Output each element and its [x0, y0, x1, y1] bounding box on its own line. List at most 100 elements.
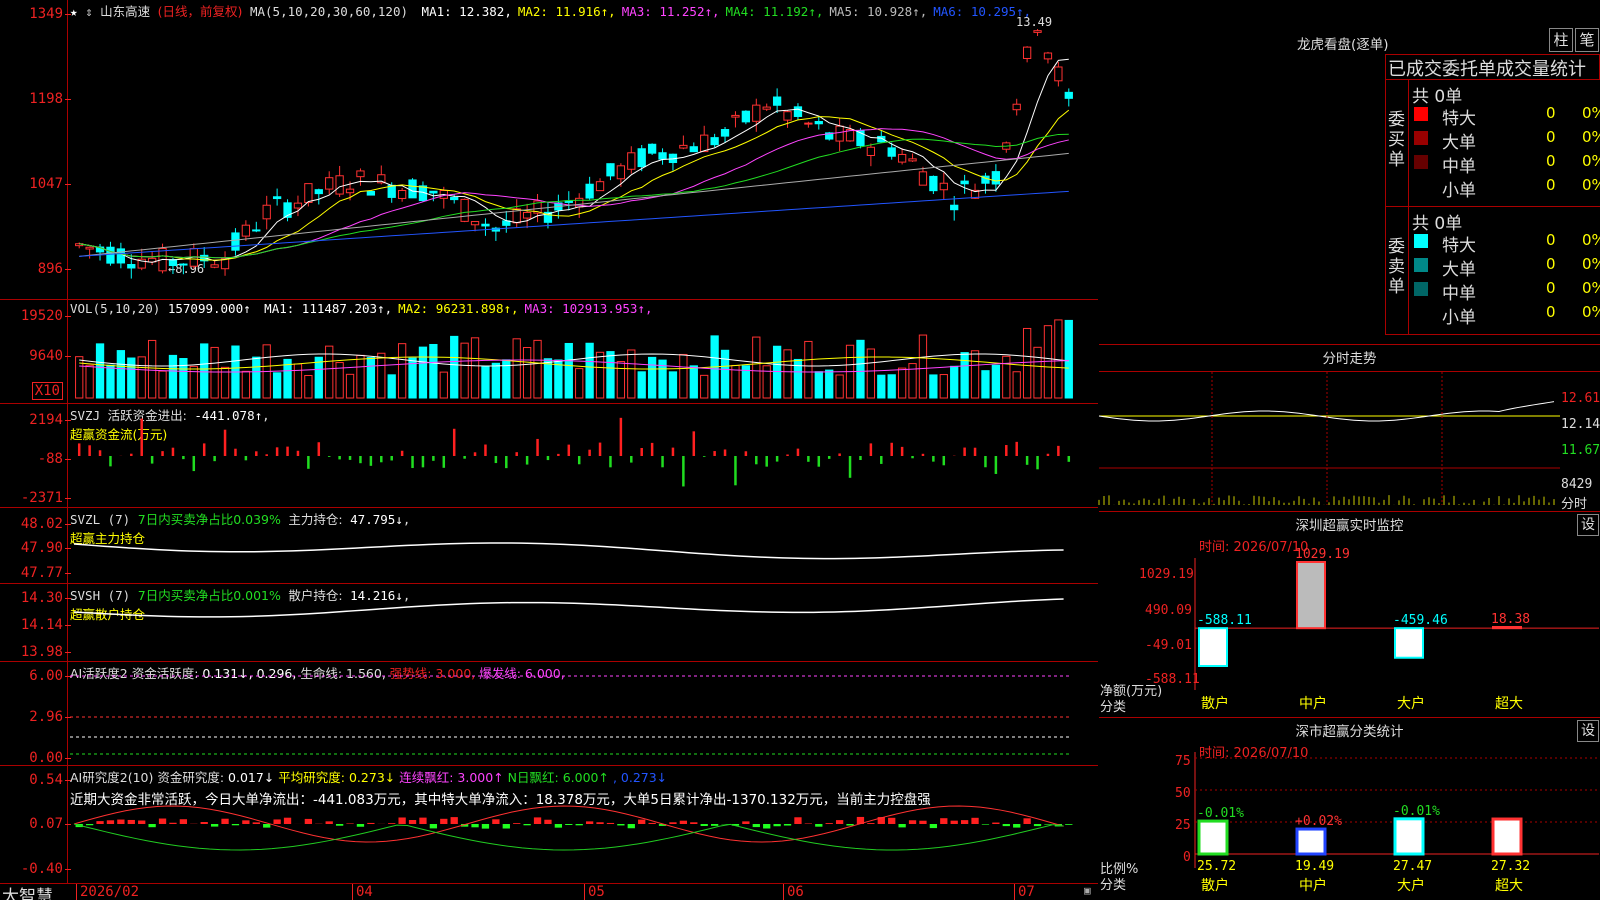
research-bar: [929, 824, 938, 829]
dragon-tiger-panel: 龙虎看盘(逐单) 柱 笔 已成交委托单成交量统计 委买单 共 0单 特大00%大…: [1099, 0, 1600, 345]
research-bar: [606, 822, 615, 824]
candle-body: [720, 129, 730, 137]
volume-bar: [158, 370, 167, 399]
research-bar: [85, 824, 94, 826]
volume-bar: [564, 342, 573, 399]
svzj-tick: -2371: [20, 490, 72, 506]
classify-chart[interactable]: -0.01% 25.72 散户 +0.02% 19.49 中户 -0.01% 27.47 大户 2…: [1099, 718, 1600, 900]
monitor-chart[interactable]: -588.11 散户 1029.19 中户 -459.46 大户 18.38 超大: [1099, 512, 1600, 718]
candle-body: [252, 229, 261, 232]
ma-line: [79, 190, 1069, 257]
candle-body: [450, 196, 459, 201]
candle-body: [689, 146, 698, 153]
volume-bar: [804, 340, 813, 399]
candle-body: [470, 221, 480, 226]
candle-body: [647, 143, 657, 154]
volume-bar: [147, 339, 157, 399]
order-pct: 0%: [1582, 279, 1600, 297]
color-swatch: [1414, 131, 1428, 145]
color-swatch: [1414, 282, 1428, 296]
research-bar: [867, 823, 875, 824]
ma-line: [79, 58, 1069, 263]
candle-body: [939, 182, 948, 191]
volume-bar: [991, 364, 1001, 399]
intraday-panel[interactable]: 分时走势 12.61 12.14 11.67 8429 分时: [1098, 345, 1600, 512]
column-mode-button[interactable]: 柱: [1549, 28, 1573, 52]
research-bar: [408, 819, 417, 824]
candle-body: [397, 189, 407, 199]
research-bar: [127, 819, 135, 824]
candle-body: [950, 204, 959, 211]
price-panel[interactable]: 1349 1198 1047 896 ★ ⇕ 山东高速 (日线，前复权) MA(…: [0, 0, 1098, 300]
candle-body: [866, 146, 876, 156]
ai-research-chart[interactable]: [70, 766, 1098, 884]
buy-orders-box: 委买单 共 0单 特大00%大单00%中单00%小单00%: [1385, 80, 1600, 207]
candle-body: [1064, 91, 1073, 99]
volume-chart[interactable]: [70, 300, 1098, 404]
volume-bar: [929, 374, 938, 399]
candle-body: [293, 202, 303, 209]
svzl-panel[interactable]: 48.02 47.90 47.77 SVZL (7) 7日内买卖净占比0.039…: [0, 508, 1098, 584]
svzl-chart[interactable]: [70, 508, 1098, 584]
tick-mode-button[interactable]: 笔: [1575, 28, 1599, 52]
volume-bar: [700, 374, 709, 399]
volume-bar: [1002, 355, 1011, 399]
order-stat-tabs[interactable]: 已成交委托单成交量统计: [1385, 54, 1600, 80]
price-tick: 1198: [29, 91, 71, 107]
svzj-chart[interactable]: [70, 404, 1098, 508]
volume-bar: [752, 336, 761, 399]
candlestick-chart[interactable]: [70, 0, 1098, 300]
classify-value: 25.72: [1197, 859, 1236, 874]
volume-bar: [106, 364, 115, 399]
research-bar: [210, 824, 219, 827]
research-bar: [273, 819, 281, 824]
svsh-chart[interactable]: [70, 584, 1098, 662]
volume-panel[interactable]: 19520 9640 X10 VOL(5,10,20) 157099.000↑ …: [0, 300, 1098, 404]
volume-bar: [575, 368, 584, 399]
monitor-bar: [1198, 627, 1228, 668]
candle-body: [804, 122, 813, 125]
svzj-panel[interactable]: 2194 -88 -2371 SVZJ 活跃资金进出: -441.078↑, 超…: [0, 404, 1098, 508]
svsh-panel[interactable]: 14.30 14.14 13.98 SVSH (7) 7日内买卖净占比0.001…: [0, 584, 1098, 662]
candle-body: [752, 104, 761, 122]
ai-research-panel[interactable]: 0.54 0.07 -0.40 AI研究度2(10) 资金研究度: 0.017↓…: [0, 766, 1098, 884]
svzl-tick: 47.77: [20, 565, 72, 581]
research-bar: [835, 820, 844, 824]
volume-bar: [116, 350, 126, 399]
volume-bar: [418, 346, 428, 399]
research-bar: [554, 824, 563, 828]
volume-bar: [345, 373, 355, 399]
volume-bar: [1022, 327, 1032, 399]
color-swatch: [1414, 155, 1428, 169]
research-bar: [648, 822, 656, 824]
volume-bar: [1064, 319, 1073, 399]
volume-bar: [835, 374, 844, 399]
research-bar: [1033, 824, 1042, 827]
research-bar: [960, 820, 969, 824]
classify-bar: [1393, 817, 1425, 856]
order-pct: 0%: [1582, 104, 1600, 122]
svsh-tick: 14.14: [20, 617, 72, 633]
order-row: 大单 0 0%: [1414, 128, 1600, 153]
sz-classify-panel[interactable]: 深市超赢分类统计 设 时间: 2026/07/10 75 50 25 0 比例%…: [1099, 718, 1600, 900]
ai-activity-tick: 0.00: [29, 750, 71, 766]
candle-body: [429, 190, 438, 194]
ma-line: [79, 133, 1069, 259]
sz-monitor-panel[interactable]: 深圳超赢实时监控 设 时间: 2026/07/10 1029.19 490.09…: [1099, 512, 1600, 718]
classify-change: -0.01%: [1393, 804, 1440, 819]
intraday-chart[interactable]: [1098, 372, 1600, 512]
monitor-category: 散户: [1201, 695, 1229, 712]
lock-icon[interactable]: ▣: [1084, 884, 1091, 897]
research-bar: [585, 821, 594, 824]
volume-bar: [272, 372, 282, 399]
ai-activity-chart[interactable]: [70, 662, 1098, 766]
ai-activity-panel[interactable]: 6.00 2.96 0.00 AI活跃度2 资金活跃度: 0.131↓, 0.2…: [0, 662, 1098, 766]
candle-body: [793, 106, 803, 117]
research-bar: [429, 824, 438, 829]
candle-body: [595, 181, 605, 192]
research-bar: [283, 817, 292, 824]
research-bar: [356, 824, 365, 827]
intraday-tick: 11.67: [1561, 443, 1600, 458]
volume-bar: [293, 363, 303, 399]
candle-body: [929, 175, 938, 192]
